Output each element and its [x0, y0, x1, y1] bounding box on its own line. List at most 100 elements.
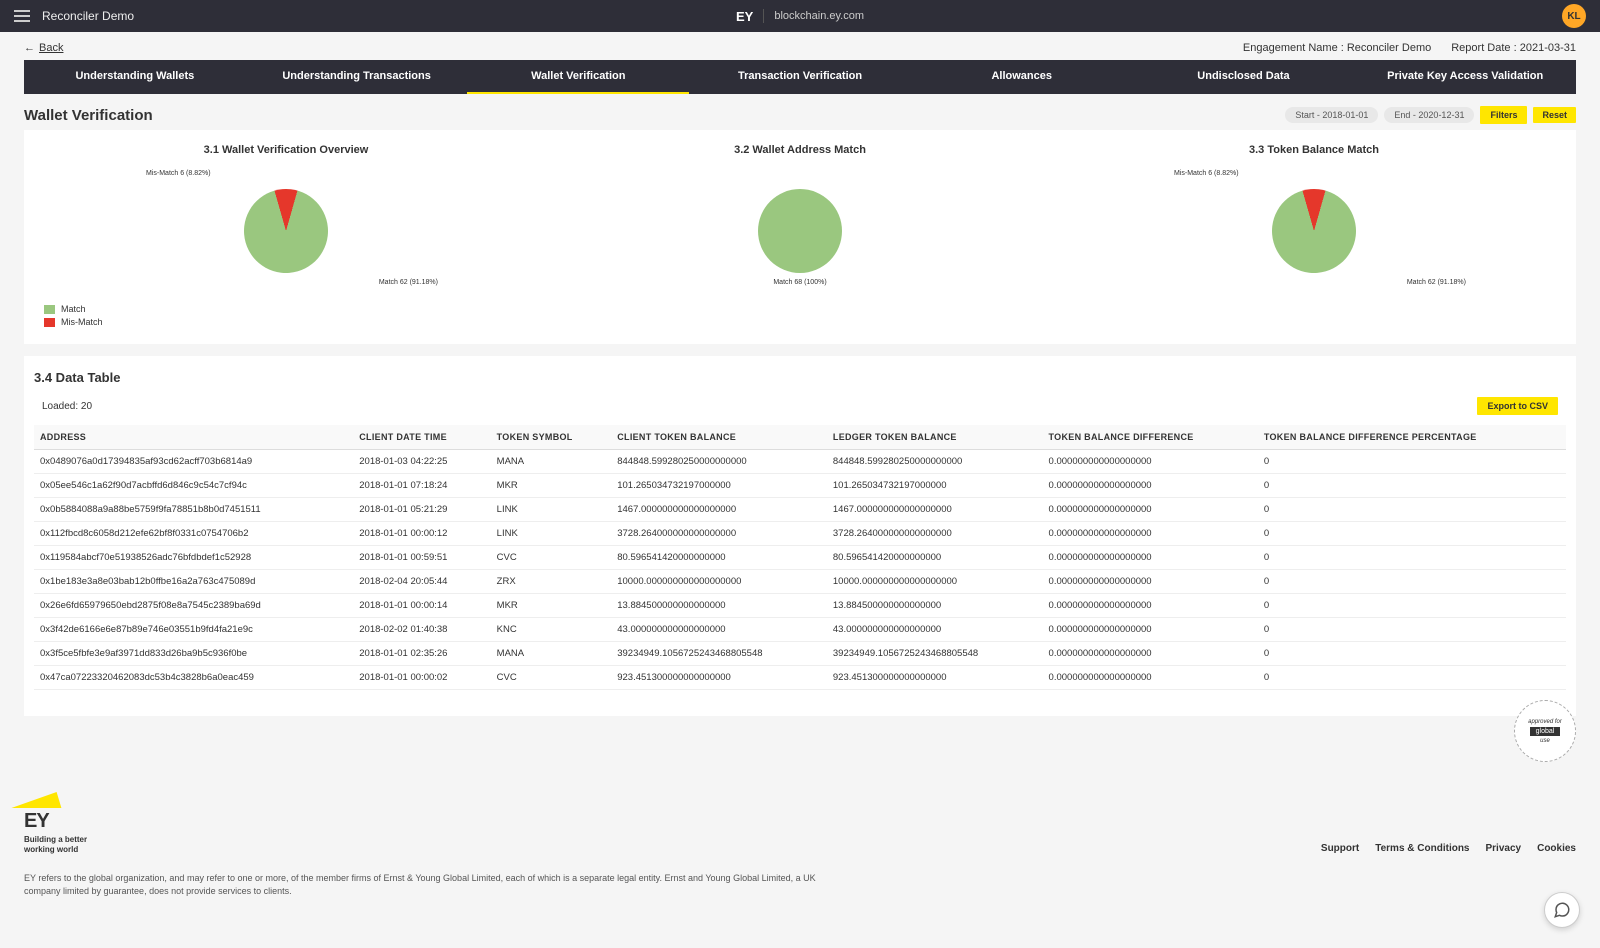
legend-label: Mis-Match [61, 317, 103, 327]
tab-understanding-wallets[interactable]: Understanding Wallets [24, 60, 246, 94]
table-row[interactable]: 0x3f42de6166e6e87b89e746e03551b9fd4fa21e… [34, 618, 1566, 642]
charts-row: 3.1 Wallet Verification Overview Mis-Mat… [34, 144, 1566, 286]
table-header[interactable]: CLIENT TOKEN BALANCE [611, 425, 827, 450]
tab-wallet-verification[interactable]: Wallet Verification [467, 60, 689, 94]
table-cell: 43.000000000000000000 [827, 618, 1043, 642]
table-header[interactable]: TOKEN SYMBOL [491, 425, 612, 450]
table-cell: 13.884500000000000000 [611, 594, 827, 618]
table-cell: 0.000000000000000000 [1043, 498, 1258, 522]
table-cell: 0 [1258, 642, 1566, 666]
table-cell: 2018-01-01 00:00:14 [353, 594, 490, 618]
tagline: Building a better working world [24, 835, 87, 854]
back-button[interactable]: ← Back [24, 42, 63, 54]
table-row[interactable]: 0x47ca07223320462083dc53b4c3828b6a0eac45… [34, 666, 1566, 690]
table-header[interactable]: TOKEN BALANCE DIFFERENCE PERCENTAGE [1258, 425, 1566, 450]
report-value: 2021-03-31 [1520, 42, 1576, 54]
report-info: Report Date : 2021-03-31 [1451, 42, 1576, 54]
chart-title: 3.3 Token Balance Match [1062, 144, 1566, 156]
table-cell: 1467.000000000000000000 [827, 498, 1043, 522]
table-cell: 0.000000000000000000 [1043, 474, 1258, 498]
table-cell: 0.000000000000000000 [1043, 666, 1258, 690]
page-title-row: Wallet Verification Start - 2018-01-01 E… [0, 94, 1600, 130]
table-cell: MKR [491, 594, 612, 618]
table-row[interactable]: 0x0b5884088a9a88be5759f9fa78851b8b0d7451… [34, 498, 1566, 522]
table-row[interactable]: 0x3f5ce5fbfe3e9af3971dd833d26ba9b5c936f0… [34, 642, 1566, 666]
tab-undisclosed-data[interactable]: Undisclosed Data [1133, 60, 1355, 94]
legend: Match Mis-Match [34, 304, 1566, 327]
legend-label: Match [61, 304, 86, 314]
footer-link-cookies[interactable]: Cookies [1537, 843, 1576, 854]
table-cell: 3728.264000000000000000 [611, 522, 827, 546]
tab-bar: Understanding Wallets Understanding Tran… [24, 60, 1576, 94]
table-cell: 2018-01-01 00:00:12 [353, 522, 490, 546]
chart-token-balance-match: 3.3 Token Balance Match Mis-Match 6 (8.8… [1062, 144, 1566, 286]
table-cell: 0x0489076a0d17394835af93cd62acff703b6814… [34, 450, 353, 474]
loaded-count: Loaded: 20 [42, 401, 92, 412]
tab-private-key-access[interactable]: Private Key Access Validation [1354, 60, 1576, 94]
table-row[interactable]: 0x0489076a0d17394835af93cd62acff703b6814… [34, 450, 1566, 474]
table-cell: CVC [491, 546, 612, 570]
tab-allowances[interactable]: Allowances [911, 60, 1133, 94]
ey-text: EY [24, 810, 87, 833]
pie-wrap: Mis-Match 6 (8.82%) Match 62 (91.18%) [34, 176, 538, 286]
tagline-line: working world [24, 845, 87, 855]
table-cell: 0 [1258, 570, 1566, 594]
table-cell: 0 [1258, 450, 1566, 474]
match-label: Match 62 (91.18%) [379, 279, 438, 286]
table-cell: 0.000000000000000000 [1043, 618, 1258, 642]
menu-icon[interactable] [14, 10, 30, 22]
table-cell: LINK [491, 498, 612, 522]
footer-link-privacy[interactable]: Privacy [1486, 843, 1522, 854]
data-table-title: 3.4 Data Table [34, 370, 1566, 385]
table-cell: 923.451300000000000000 [611, 666, 827, 690]
table-cell: 0x119584abcf70e51938526adc76bfdbdef1c529… [34, 546, 353, 570]
table-row[interactable]: 0x112fbcd8c6058d212efe62bf8f0331c0754706… [34, 522, 1566, 546]
table-body: 0x0489076a0d17394835af93cd62acff703b6814… [34, 450, 1566, 690]
filters-button[interactable]: Filters [1480, 106, 1527, 124]
page-title: Wallet Verification [24, 107, 153, 124]
table-cell: 0 [1258, 522, 1566, 546]
footer-main: EY Building a better working world Suppo… [24, 792, 1576, 854]
table-cell: 0.000000000000000000 [1043, 642, 1258, 666]
table-header[interactable]: CLIENT DATE TIME [353, 425, 490, 450]
pie-wrap: Mis-Match 6 (8.82%) Match 62 (91.18%) [1062, 176, 1566, 286]
start-date-chip[interactable]: Start - 2018-01-01 [1285, 107, 1378, 123]
table-cell: 2018-01-03 04:22:25 [353, 450, 490, 474]
legend-swatch-icon [44, 318, 55, 327]
table-header[interactable]: LEDGER TOKEN BALANCE [827, 425, 1043, 450]
table-header[interactable]: TOKEN BALANCE DIFFERENCE [1043, 425, 1258, 450]
footer-link-terms[interactable]: Terms & Conditions [1375, 843, 1469, 854]
tab-understanding-transactions[interactable]: Understanding Transactions [246, 60, 468, 94]
table-cell: 101.265034732197000000 [827, 474, 1043, 498]
chat-icon[interactable] [1544, 892, 1580, 928]
table-row[interactable]: 0x05ee546c1a62f90d7acbffd6d846c9c54c7cf9… [34, 474, 1566, 498]
table-cell: 0.000000000000000000 [1043, 522, 1258, 546]
table-cell: 923.451300000000000000 [827, 666, 1043, 690]
data-table: ADDRESSCLIENT DATE TIMETOKEN SYMBOLCLIEN… [34, 425, 1566, 690]
table-head-row: ADDRESSCLIENT DATE TIMETOKEN SYMBOLCLIEN… [34, 425, 1566, 450]
engagement-value: Reconciler Demo [1347, 42, 1431, 54]
end-date-chip[interactable]: End - 2020-12-31 [1384, 107, 1474, 123]
pie-icon [1262, 179, 1366, 283]
tab-transaction-verification[interactable]: Transaction Verification [689, 60, 911, 94]
table-cell: 10000.000000000000000000 [611, 570, 827, 594]
badge-mid: global [1530, 727, 1561, 736]
table-cell: LINK [491, 522, 612, 546]
data-table-panel: 3.4 Data Table Loaded: 20 Export to CSV … [24, 356, 1576, 716]
table-header[interactable]: ADDRESS [34, 425, 353, 450]
table-row[interactable]: 0x1be183e3a8e03bab12b0ffbe16a2a763c47508… [34, 570, 1566, 594]
table-cell: MANA [491, 642, 612, 666]
table-cell: 2018-01-01 00:59:51 [353, 546, 490, 570]
table-cell: KNC [491, 618, 612, 642]
export-csv-button[interactable]: Export to CSV [1477, 397, 1558, 415]
reset-button[interactable]: Reset [1533, 107, 1576, 123]
avatar[interactable]: KL [1562, 4, 1586, 28]
table-cell: 3728.264000000000000000 [827, 522, 1043, 546]
table-row[interactable]: 0x119584abcf70e51938526adc76bfdbdef1c529… [34, 546, 1566, 570]
back-label: Back [39, 42, 63, 54]
badge-text: use [1540, 738, 1550, 744]
table-cell: 0x47ca07223320462083dc53b4c3828b6a0eac45… [34, 666, 353, 690]
footer-link-support[interactable]: Support [1321, 843, 1359, 854]
table-cell: 2018-01-01 05:21:29 [353, 498, 490, 522]
table-row[interactable]: 0x26e6fd65979650ebd2875f08e8a7545c2389ba… [34, 594, 1566, 618]
